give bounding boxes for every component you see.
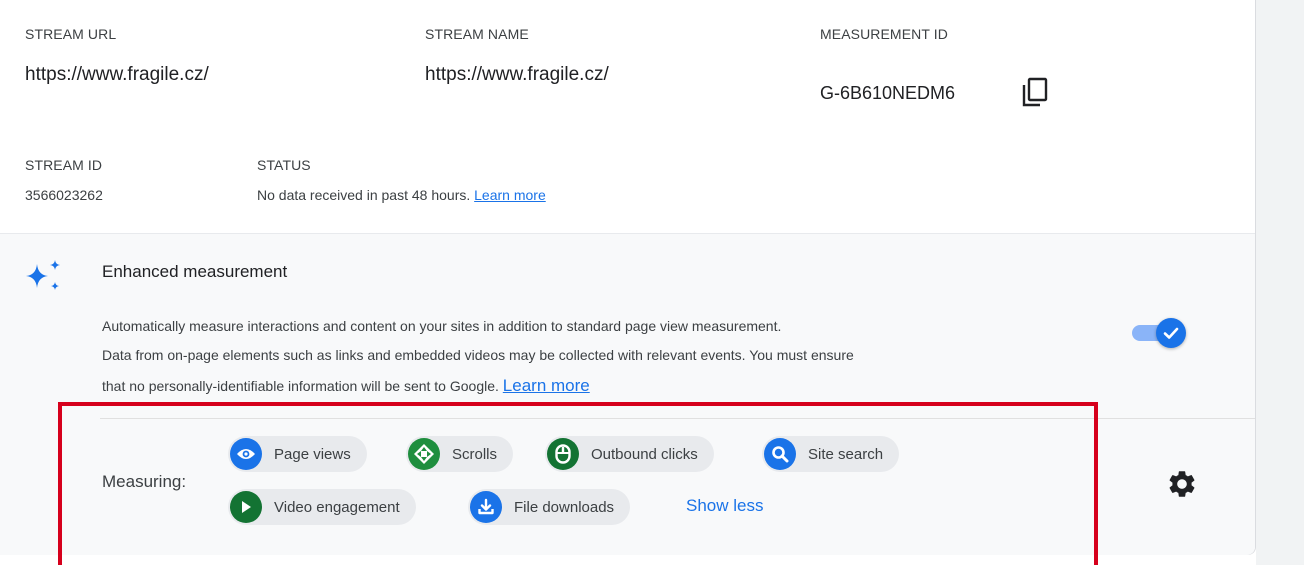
- chip-outbound-clicks[interactable]: Outbound clicks: [545, 436, 714, 472]
- chip-file-downloads[interactable]: File downloads: [468, 489, 631, 525]
- gear-icon[interactable]: [1166, 468, 1198, 500]
- chip-label: Page views: [274, 445, 351, 463]
- status-text-line: No data received in past 48 hours. Learn…: [257, 187, 546, 203]
- chip-scrolls[interactable]: Scrolls: [406, 436, 514, 472]
- eye-icon: [230, 438, 262, 470]
- chip-page-views[interactable]: Page views: [228, 436, 367, 472]
- stream-id-label: STREAM ID: [25, 157, 103, 173]
- enhanced-learn-more-link[interactable]: Learn more: [503, 376, 590, 395]
- stream-url-value: https://www.fragile.cz/: [25, 64, 209, 85]
- chip-label: Site search: [808, 445, 884, 463]
- chip-label: File downloads: [514, 498, 615, 516]
- download-icon: [470, 491, 502, 523]
- section-divider: [100, 418, 1255, 419]
- status-learn-more-link[interactable]: Learn more: [474, 187, 546, 203]
- enhanced-description-line3: that no personally-identifiable informat…: [102, 378, 499, 394]
- measuring-label: Measuring:: [102, 472, 187, 491]
- stream-id-value: 3566023262: [25, 187, 103, 203]
- chip-label: Outbound clicks: [591, 445, 698, 463]
- show-less-link[interactable]: Show less: [686, 496, 763, 516]
- chip-video-engagement[interactable]: Video engagement: [228, 489, 416, 525]
- toggle-knob: [1156, 318, 1186, 348]
- scroll-arrows-icon: [408, 438, 440, 470]
- enhanced-measurement-toggle[interactable]: [1130, 316, 1190, 348]
- enhanced-description-line3-row: that no personally-identifiable informat…: [102, 376, 590, 396]
- status-text: No data received in past 48 hours.: [257, 187, 471, 203]
- search-icon: [764, 438, 796, 470]
- chip-site-search[interactable]: Site search: [762, 436, 900, 472]
- stream-url-label: STREAM URL: [25, 26, 117, 42]
- chip-label: Scrolls: [452, 445, 498, 463]
- check-icon: [1163, 327, 1179, 339]
- mouse-icon: [547, 438, 579, 470]
- stream-name-value: https://www.fragile.cz/: [425, 64, 609, 85]
- enhanced-description-line2: Data from on-page elements such as links…: [102, 347, 854, 363]
- measurement-id-label: MEASUREMENT ID: [820, 26, 948, 42]
- enhanced-measurement-title: Enhanced measurement: [102, 262, 288, 281]
- chip-label: Video engagement: [274, 498, 400, 516]
- sparkle-icon: [26, 260, 60, 290]
- play-icon: [230, 491, 262, 523]
- measurement-id-value: G-6B610NEDM6: [820, 83, 956, 103]
- enhanced-description-line1: Automatically measure interactions and c…: [102, 318, 782, 334]
- stream-name-label: STREAM NAME: [425, 26, 529, 42]
- status-label: STATUS: [257, 157, 311, 173]
- copy-icon[interactable]: [1020, 76, 1050, 108]
- right-gutter: [1256, 0, 1304, 565]
